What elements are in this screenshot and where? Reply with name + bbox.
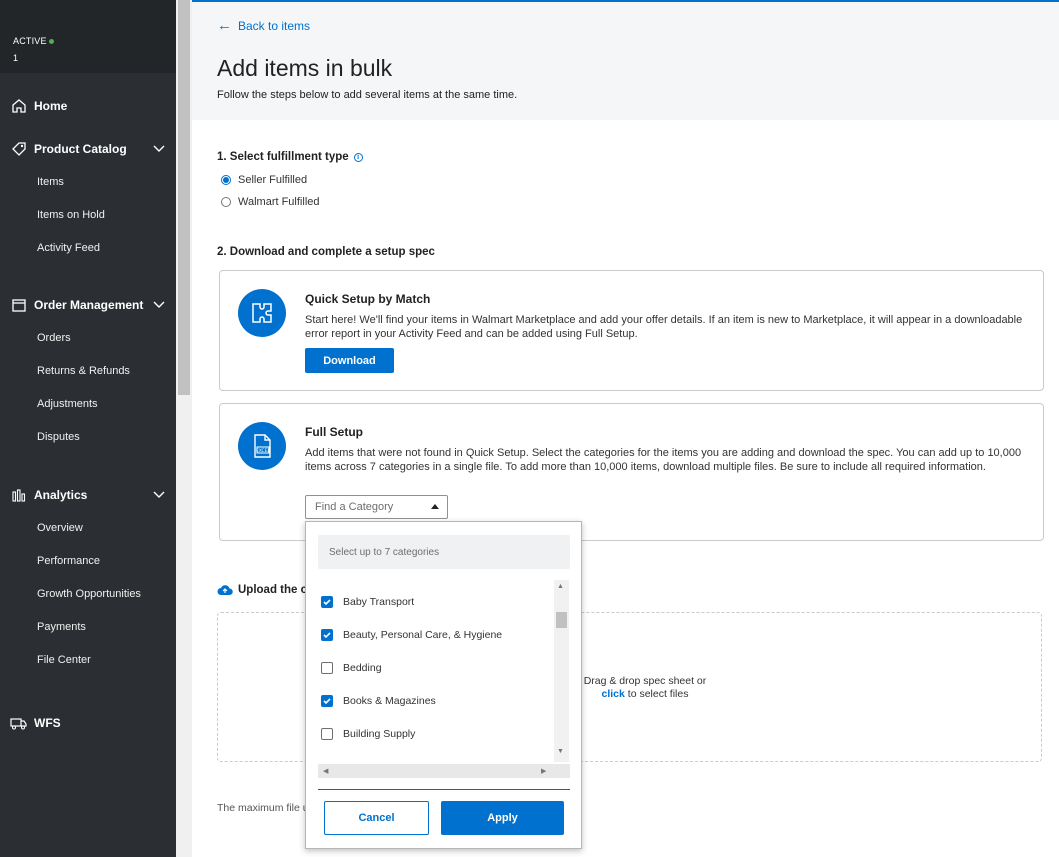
nav-home-label: Home	[34, 99, 68, 113]
account-status: ACTIVE 1	[0, 0, 176, 73]
category-option[interactable]: Books & Magazines	[321, 695, 436, 707]
nav-payments[interactable]: Payments	[37, 621, 86, 633]
status-number: 1	[13, 53, 19, 63]
cancel-button[interactable]: Cancel	[324, 801, 429, 835]
category-option[interactable]: Building Supply	[321, 728, 415, 740]
radio-label: Walmart Fulfilled	[238, 196, 320, 208]
excel-icon-text: EXCEL	[256, 448, 271, 454]
nav-wfs-label: WFS	[34, 716, 61, 730]
step1-label: 1. Select fulfillment type	[217, 151, 349, 163]
nav-order-management[interactable]: Order Management	[0, 292, 176, 318]
arrow-left-icon: ←	[217, 17, 232, 34]
select-files-text: to select files	[624, 688, 689, 700]
scroll-up-arrow-icon[interactable]: ▲	[557, 583, 564, 590]
excel-file-icon: EXCEL	[238, 422, 286, 470]
page-subtitle: Follow the steps below to add several it…	[217, 89, 518, 101]
checkbox[interactable]	[321, 728, 333, 740]
nav-returns-refunds[interactable]: Returns & Refunds	[37, 365, 130, 377]
nav-adjustments[interactable]: Adjustments	[37, 398, 98, 410]
quick-setup-title: Quick Setup by Match	[305, 292, 431, 306]
chevron-down-icon	[152, 487, 166, 504]
option-label: Bedding	[343, 662, 382, 674]
back-label: Back to items	[238, 18, 311, 33]
max-file-note: The maximum file u	[217, 802, 309, 814]
nav-orders[interactable]: Orders	[37, 332, 71, 344]
scroll-left-arrow-icon[interactable]: ◀	[323, 767, 328, 775]
step1-heading: 1. Select fulfillment type i	[217, 151, 363, 163]
nav-performance[interactable]: Performance	[37, 555, 100, 567]
calendar-icon	[10, 296, 28, 314]
category-option[interactable]: Baby Transport	[321, 596, 414, 608]
radio-label: Seller Fulfilled	[238, 174, 308, 186]
dropdown-scroll-thumb[interactable]	[556, 612, 567, 628]
category-dropdown: Select up to 7 categories Baby Transport…	[305, 521, 582, 849]
option-label: Building Supply	[343, 728, 416, 740]
drop-instructions: Drag & drop spec sheet or	[583, 675, 707, 687]
checkbox-checked[interactable]	[321, 596, 333, 608]
info-icon[interactable]: i	[353, 152, 363, 162]
nav-home[interactable]: Home	[0, 93, 176, 119]
nav-product-catalog[interactable]: Product Catalog	[0, 136, 176, 162]
radio-seller-fulfilled[interactable]: Seller Fulfilled	[221, 174, 307, 186]
nav-activity-feed[interactable]: Activity Feed	[37, 242, 100, 254]
radio-button-selected[interactable]	[221, 175, 231, 185]
option-label: Baby Transport	[343, 596, 415, 608]
divider	[318, 789, 570, 790]
option-label: Beauty, Personal Care, & Hygiene	[343, 629, 503, 641]
checkbox-checked[interactable]	[321, 695, 333, 707]
checkbox[interactable]	[321, 662, 333, 674]
radio-button[interactable]	[221, 197, 231, 207]
select-placeholder: Find a Category	[315, 501, 394, 513]
bar-chart-icon	[10, 486, 28, 504]
scroll-down-arrow-icon[interactable]: ▼	[557, 748, 564, 755]
dropdown-horizontal-scrollbar[interactable]	[318, 764, 570, 778]
chevron-down-icon	[152, 297, 166, 314]
nav-growth-opportunities[interactable]: Growth Opportunities	[37, 588, 141, 600]
status-label: ACTIVE	[13, 36, 47, 46]
download-button[interactable]: Download	[305, 348, 394, 373]
category-option[interactable]: Beauty, Personal Care, & Hygiene	[321, 629, 502, 641]
nav-overview[interactable]: Overview	[37, 522, 83, 534]
puzzle-icon	[238, 289, 286, 337]
upload-heading: Upload the c	[217, 583, 307, 597]
active-dot-icon	[48, 38, 54, 44]
full-setup-description: Add items that were not found in Quick S…	[305, 447, 1022, 473]
sidebar: ACTIVE 1 Home Product Catalog Items Item…	[0, 0, 176, 857]
option-label: Books & Magazines	[343, 695, 436, 707]
nav-file-center[interactable]: File Center	[37, 654, 91, 666]
cloud-upload-icon	[217, 583, 233, 597]
scroll-right-arrow-icon[interactable]: ▶	[541, 767, 546, 775]
truck-icon	[10, 714, 28, 732]
page-scrollbar-thumb[interactable]	[178, 0, 190, 395]
back-to-items-link[interactable]: ← Back to items	[217, 17, 310, 34]
category-search-hint[interactable]: Select up to 7 categories	[318, 535, 570, 569]
click-to-select-link[interactable]: click	[602, 688, 625, 700]
quick-setup-card: Quick Setup by Match Start here! We'll f…	[219, 270, 1044, 391]
full-setup-title: Full Setup	[305, 425, 363, 439]
quick-setup-description: Start here! We'll find your items in Wal…	[305, 314, 1023, 340]
dropdown-vertical-scrollbar[interactable]	[554, 580, 569, 762]
nav-product-catalog-label: Product Catalog	[34, 142, 127, 156]
dropzone-text: Drag & drop spec sheet or click to selec…	[560, 675, 730, 701]
find-category-select[interactable]: Find a Category	[305, 495, 448, 519]
nav-items-on-hold[interactable]: Items on Hold	[37, 209, 105, 221]
caret-up-icon	[431, 504, 439, 509]
home-icon	[10, 97, 28, 115]
apply-button[interactable]: Apply	[441, 801, 564, 835]
page-title: Add items in bulk	[217, 55, 393, 81]
upload-title: Upload the c	[238, 584, 308, 596]
nav-order-management-label: Order Management	[34, 298, 144, 312]
nav-analytics[interactable]: Analytics	[0, 482, 176, 508]
nav-items[interactable]: Items	[37, 176, 64, 188]
radio-walmart-fulfilled[interactable]: Walmart Fulfilled	[221, 196, 320, 208]
nav-wfs[interactable]: WFS	[0, 710, 176, 736]
chevron-down-icon	[152, 141, 166, 158]
category-option[interactable]: Bedding	[321, 662, 382, 674]
step2-heading: 2. Download and complete a setup spec	[217, 246, 435, 258]
tag-icon	[10, 140, 28, 158]
nav-analytics-label: Analytics	[34, 488, 88, 502]
nav-disputes[interactable]: Disputes	[37, 431, 80, 443]
checkbox-checked[interactable]	[321, 629, 333, 641]
